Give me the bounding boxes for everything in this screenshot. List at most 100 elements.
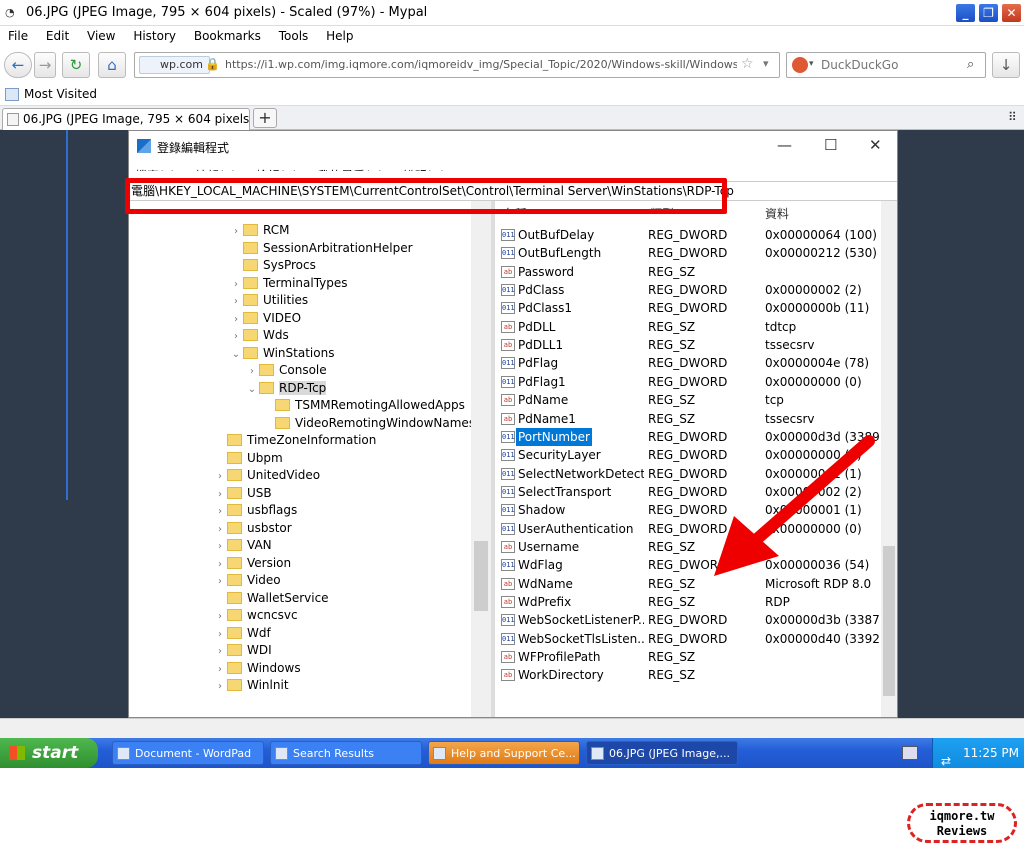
values-scroll-thumb[interactable] [883, 546, 895, 696]
tree-node[interactable]: ⌄ WinStations [229, 344, 335, 364]
taskbar-browser[interactable]: 06.JPG (JPEG Image,... [586, 741, 738, 765]
tab-list-icon[interactable]: ⠿ [1008, 110, 1017, 124]
tree-node[interactable]: › WDI [213, 641, 272, 659]
tree-scrollbar[interactable] [471, 201, 491, 717]
tree-node[interactable]: › Version [213, 554, 291, 572]
start-button[interactable]: start [0, 738, 98, 768]
value-data: RDP [765, 595, 790, 609]
tree-node[interactable]: › usbstor [213, 519, 292, 537]
tree-node[interactable]: › usbflags [213, 501, 297, 519]
new-tab-button[interactable]: + [253, 108, 277, 128]
column-header-data[interactable]: 資料 [765, 205, 789, 222]
regedit-menu-help[interactable]: 說明(H) [403, 161, 445, 171]
tree-node[interactable]: › TerminalTypes [229, 274, 348, 292]
tree-node[interactable]: WalletService [213, 589, 329, 607]
forward-icon[interactable]: → [34, 52, 56, 78]
tree-node[interactable]: › VIDEO [229, 309, 301, 327]
search-icon[interactable]: ⌕ [967, 57, 974, 72]
tree-node[interactable]: › Winlnit [213, 676, 289, 694]
regedit-close-icon[interactable]: ✕ [869, 136, 882, 154]
value-row[interactable]: ab PdName1 REG_SZ tssecsrv [495, 410, 881, 428]
menu-tools[interactable]: Tools [279, 26, 309, 46]
tree-node[interactable]: ⌄ RDP-Tcp [245, 379, 327, 399]
tree-node[interactable]: › UnitedVideo [213, 466, 320, 484]
tree-node[interactable]: TSMMRemotingAllowedApps [261, 396, 465, 414]
chevron-down-icon[interactable]: ⌄ [245, 381, 259, 399]
value-row[interactable]: ab PdDLL REG_SZ tdtcp [495, 318, 881, 336]
menu-file[interactable]: File [8, 26, 28, 46]
red-arrow-annotation [714, 435, 875, 576]
tree-node[interactable]: Ubpm [213, 449, 283, 467]
value-type: REG_DWORD [648, 631, 728, 646]
value-row[interactable]: ab PdName REG_SZ tcp [495, 391, 881, 409]
tree-node[interactable]: › Windows [213, 659, 301, 677]
value-row[interactable]: ab WdPrefix REG_SZ RDP [495, 593, 881, 611]
taskbar-search-results[interactable]: Search Results [270, 741, 422, 765]
tree-node[interactable]: › Wds [229, 326, 289, 344]
value-row[interactable]: ab WFProfilePath REG_SZ [495, 648, 881, 666]
chevron-down-icon[interactable]: ⌄ [229, 346, 243, 364]
menu-bookmarks[interactable]: Bookmarks [194, 26, 261, 46]
taskbar-wordpad[interactable]: Document - WordPad [112, 741, 264, 765]
tree-scroll-thumb[interactable] [474, 541, 488, 611]
value-row[interactable]: 011 WebSocketListenerP... REG_DWORD 0x00000… [495, 611, 881, 629]
value-row[interactable]: 011 PdFlag REG_DWORD 0x0000004e (78) [495, 354, 881, 372]
chevron-down-icon[interactable]: ▾ [809, 59, 814, 69]
chevron-right-icon[interactable]: › [213, 678, 227, 696]
regedit-maximize-icon[interactable]: ☐ [824, 136, 837, 154]
reload-icon[interactable]: ↻ [62, 52, 90, 78]
tree-node[interactable]: › wcncsvc [213, 606, 298, 624]
tree-node[interactable]: TimeZoneInformation [213, 431, 376, 449]
search-box[interactable]: ▾ ⌕ [786, 52, 986, 78]
menu-edit[interactable]: Edit [46, 26, 69, 46]
regedit-menu-favorites[interactable]: 我的最愛(A) [317, 161, 383, 171]
binary-value-icon: 011 [501, 375, 515, 388]
regedit-menu-edit[interactable]: 編輯(E) [195, 161, 236, 171]
regedit-menu-file[interactable]: 檔案(F) [135, 161, 175, 171]
maximize-button[interactable]: ❐ [978, 3, 999, 23]
tab-current[interactable]: 06.JPG (JPEG Image, 795 × 604 pixels) - … [2, 108, 250, 130]
taskbar-help-support[interactable]: Help and Support Ce... [428, 741, 580, 765]
tree-node[interactable]: › VAN [213, 536, 272, 554]
back-icon[interactable]: ← [4, 52, 32, 78]
network-icon[interactable]: ⇄ [941, 746, 951, 776]
tree-node[interactable]: › Utilities [229, 291, 308, 309]
keyboard-icon[interactable] [902, 746, 918, 760]
search-input[interactable] [821, 58, 961, 72]
url-bar[interactable]: wp.com 🔒 https://i1.wp.com/img.iqmore.co… [134, 52, 780, 78]
menu-help[interactable]: Help [326, 26, 353, 46]
tree-node[interactable]: SysProcs [229, 256, 316, 274]
value-row[interactable]: 011 PdClass1 REG_DWORD 0x0000000b (11) [495, 299, 881, 317]
close-button[interactable]: ✕ [1001, 3, 1022, 23]
tree-node[interactable]: › Console [245, 361, 327, 379]
tree-node-label: VideoRemotingWindowNames [295, 415, 476, 430]
download-icon[interactable]: ↓ [992, 52, 1020, 78]
value-row[interactable]: 011 OutBufLength REG_DWORD 0x00000212 (530) [495, 244, 881, 262]
regedit-menu-view[interactable]: 檢視(V) [256, 161, 298, 171]
menu-history[interactable]: History [133, 26, 176, 46]
home-icon[interactable]: ⌂ [98, 52, 126, 78]
bookmark-star-icon[interactable]: ☆ [741, 56, 754, 72]
value-row[interactable]: 011 OutBufDelay REG_DWORD 0x00000064 (100) [495, 226, 881, 244]
menu-view[interactable]: View [87, 26, 115, 46]
regedit-minimize-icon[interactable]: — [777, 136, 792, 154]
tree-node[interactable]: › Wdf [213, 624, 271, 642]
minimize-button[interactable]: _ [955, 3, 976, 23]
dropdown-icon[interactable]: ▾ [763, 57, 769, 70]
value-row[interactable]: 011 PdClass REG_DWORD 0x00000002 (2) [495, 281, 881, 299]
tree-node[interactable]: › Video [213, 571, 281, 589]
value-row[interactable]: ab WorkDirectory REG_SZ [495, 666, 881, 684]
url-text[interactable]: https://i1.wp.com/img.iqmore.com/iqmorei… [225, 58, 737, 71]
tree-node[interactable]: › USB [213, 484, 272, 502]
tree-node[interactable]: VideoRemotingWindowNames [261, 414, 475, 432]
site-identity[interactable]: wp.com [139, 56, 210, 74]
clock[interactable]: 11:25 PM [963, 738, 1019, 768]
value-row[interactable]: 011 PdFlag1 REG_DWORD 0x00000000 (0) [495, 373, 881, 391]
tree-node[interactable]: › RCM [229, 221, 289, 239]
value-row[interactable]: ab PdDLL1 REG_SZ tssecsrv [495, 336, 881, 354]
bookmark-most-visited[interactable]: Most Visited [24, 87, 97, 101]
values-scrollbar[interactable] [881, 201, 897, 717]
value-row[interactable]: 011 WebSocketTlsListen... REG_DWORD 0x00000… [495, 630, 881, 648]
tree-node[interactable]: SessionArbitrationHelper [229, 239, 413, 257]
value-row[interactable]: ab Password REG_SZ [495, 263, 881, 281]
